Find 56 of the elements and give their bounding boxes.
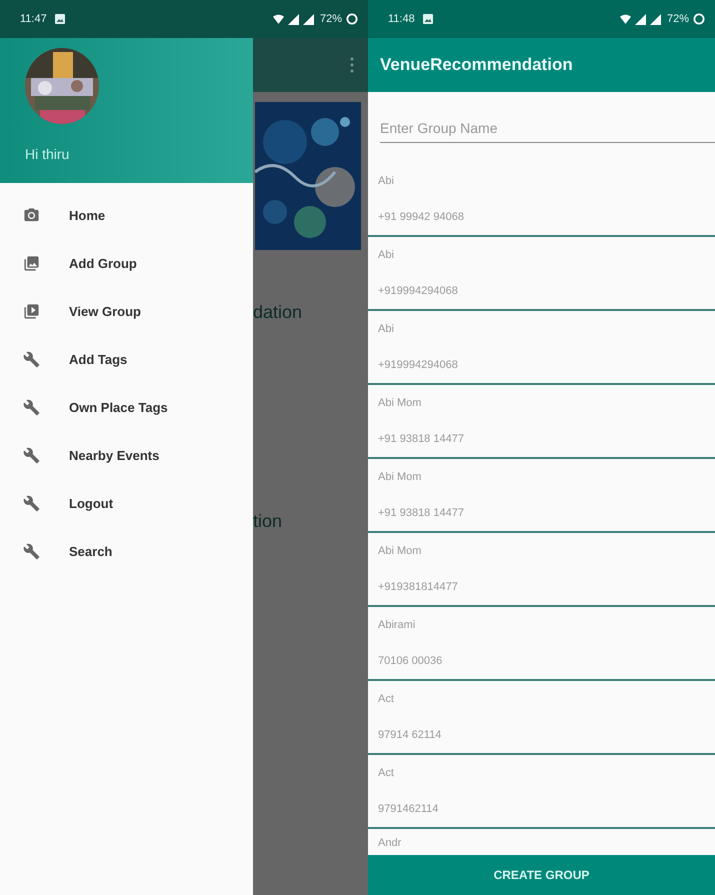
signal-icon	[302, 14, 314, 24]
create-group-button[interactable]: CREATE GROUP	[368, 855, 715, 895]
video-icon	[23, 302, 40, 320]
contact-name: Abi	[377, 248, 395, 263]
wrench-icon	[23, 350, 40, 368]
contact-name: Abi	[377, 174, 395, 189]
wifi-icon	[272, 14, 284, 24]
contact-name: Abi	[377, 322, 395, 337]
drawer-item[interactable]: Own Place Tags	[0, 383, 253, 431]
wrench-icon	[23, 494, 40, 512]
wrench-icon	[23, 542, 40, 560]
drawer-item[interactable]: Logout	[0, 479, 253, 527]
contact-name: Andr	[377, 836, 402, 851]
status-time: 11:47	[20, 13, 47, 25]
contact-phone: 97914 62114	[377, 728, 442, 743]
image-notification-icon	[54, 14, 65, 24]
contact-phone: 70106 00036	[377, 654, 444, 669]
contact-name: Act	[377, 766, 395, 781]
drawer-item[interactable]: Search	[0, 527, 253, 575]
contact-phone: 9791462114	[377, 802, 440, 817]
signal-icon	[634, 14, 646, 24]
wifi-icon	[620, 14, 631, 24]
contact-phone: +91 99942 94068	[377, 210, 465, 225]
battery-level: 72%	[666, 13, 689, 25]
contact-name: Abirami	[377, 618, 416, 633]
image-notification-icon	[422, 14, 433, 24]
contact-name: Abi Mom	[377, 396, 422, 411]
drawer-item[interactable]: Home	[0, 191, 253, 239]
drawer-item[interactable]: Nearby Events	[0, 431, 253, 479]
background-text: dation	[253, 302, 304, 323]
background-text: tion	[253, 511, 284, 532]
battery-ring-icon	[346, 13, 358, 25]
contact-name: Act	[377, 692, 395, 707]
contact-phone: +91 93818 14477	[377, 432, 465, 447]
drawer-item[interactable]: Add Group	[0, 239, 253, 287]
status-time: 11:48	[388, 13, 415, 25]
battery-ring-icon	[693, 13, 705, 25]
signal-icon	[650, 14, 661, 24]
drawer-item[interactable]: View Group	[0, 287, 253, 335]
app-title: VenueRecommendation	[380, 55, 573, 75]
battery-level: 72%	[320, 13, 342, 25]
overflow-menu-icon[interactable]	[350, 57, 354, 73]
contact-phone: +919381814477	[377, 580, 459, 595]
contact-name: Abi Mom	[377, 470, 422, 485]
greeting-text: Hi thiru	[25, 146, 70, 162]
contact-phone: +919994294068	[377, 358, 459, 373]
contact-phone: +91 93818 14477	[377, 506, 465, 521]
wrench-icon	[23, 446, 40, 464]
contact-phone: +919994294068	[377, 284, 459, 299]
group-name-field[interactable]: Enter Group Name	[380, 116, 715, 143]
wrench-icon	[23, 398, 40, 416]
signal-icon	[288, 14, 299, 24]
contact-name: Abi Mom	[377, 544, 422, 559]
photos-icon	[23, 254, 40, 272]
drawer-item[interactable]: Add Tags	[0, 335, 253, 383]
camera-icon	[23, 206, 40, 224]
